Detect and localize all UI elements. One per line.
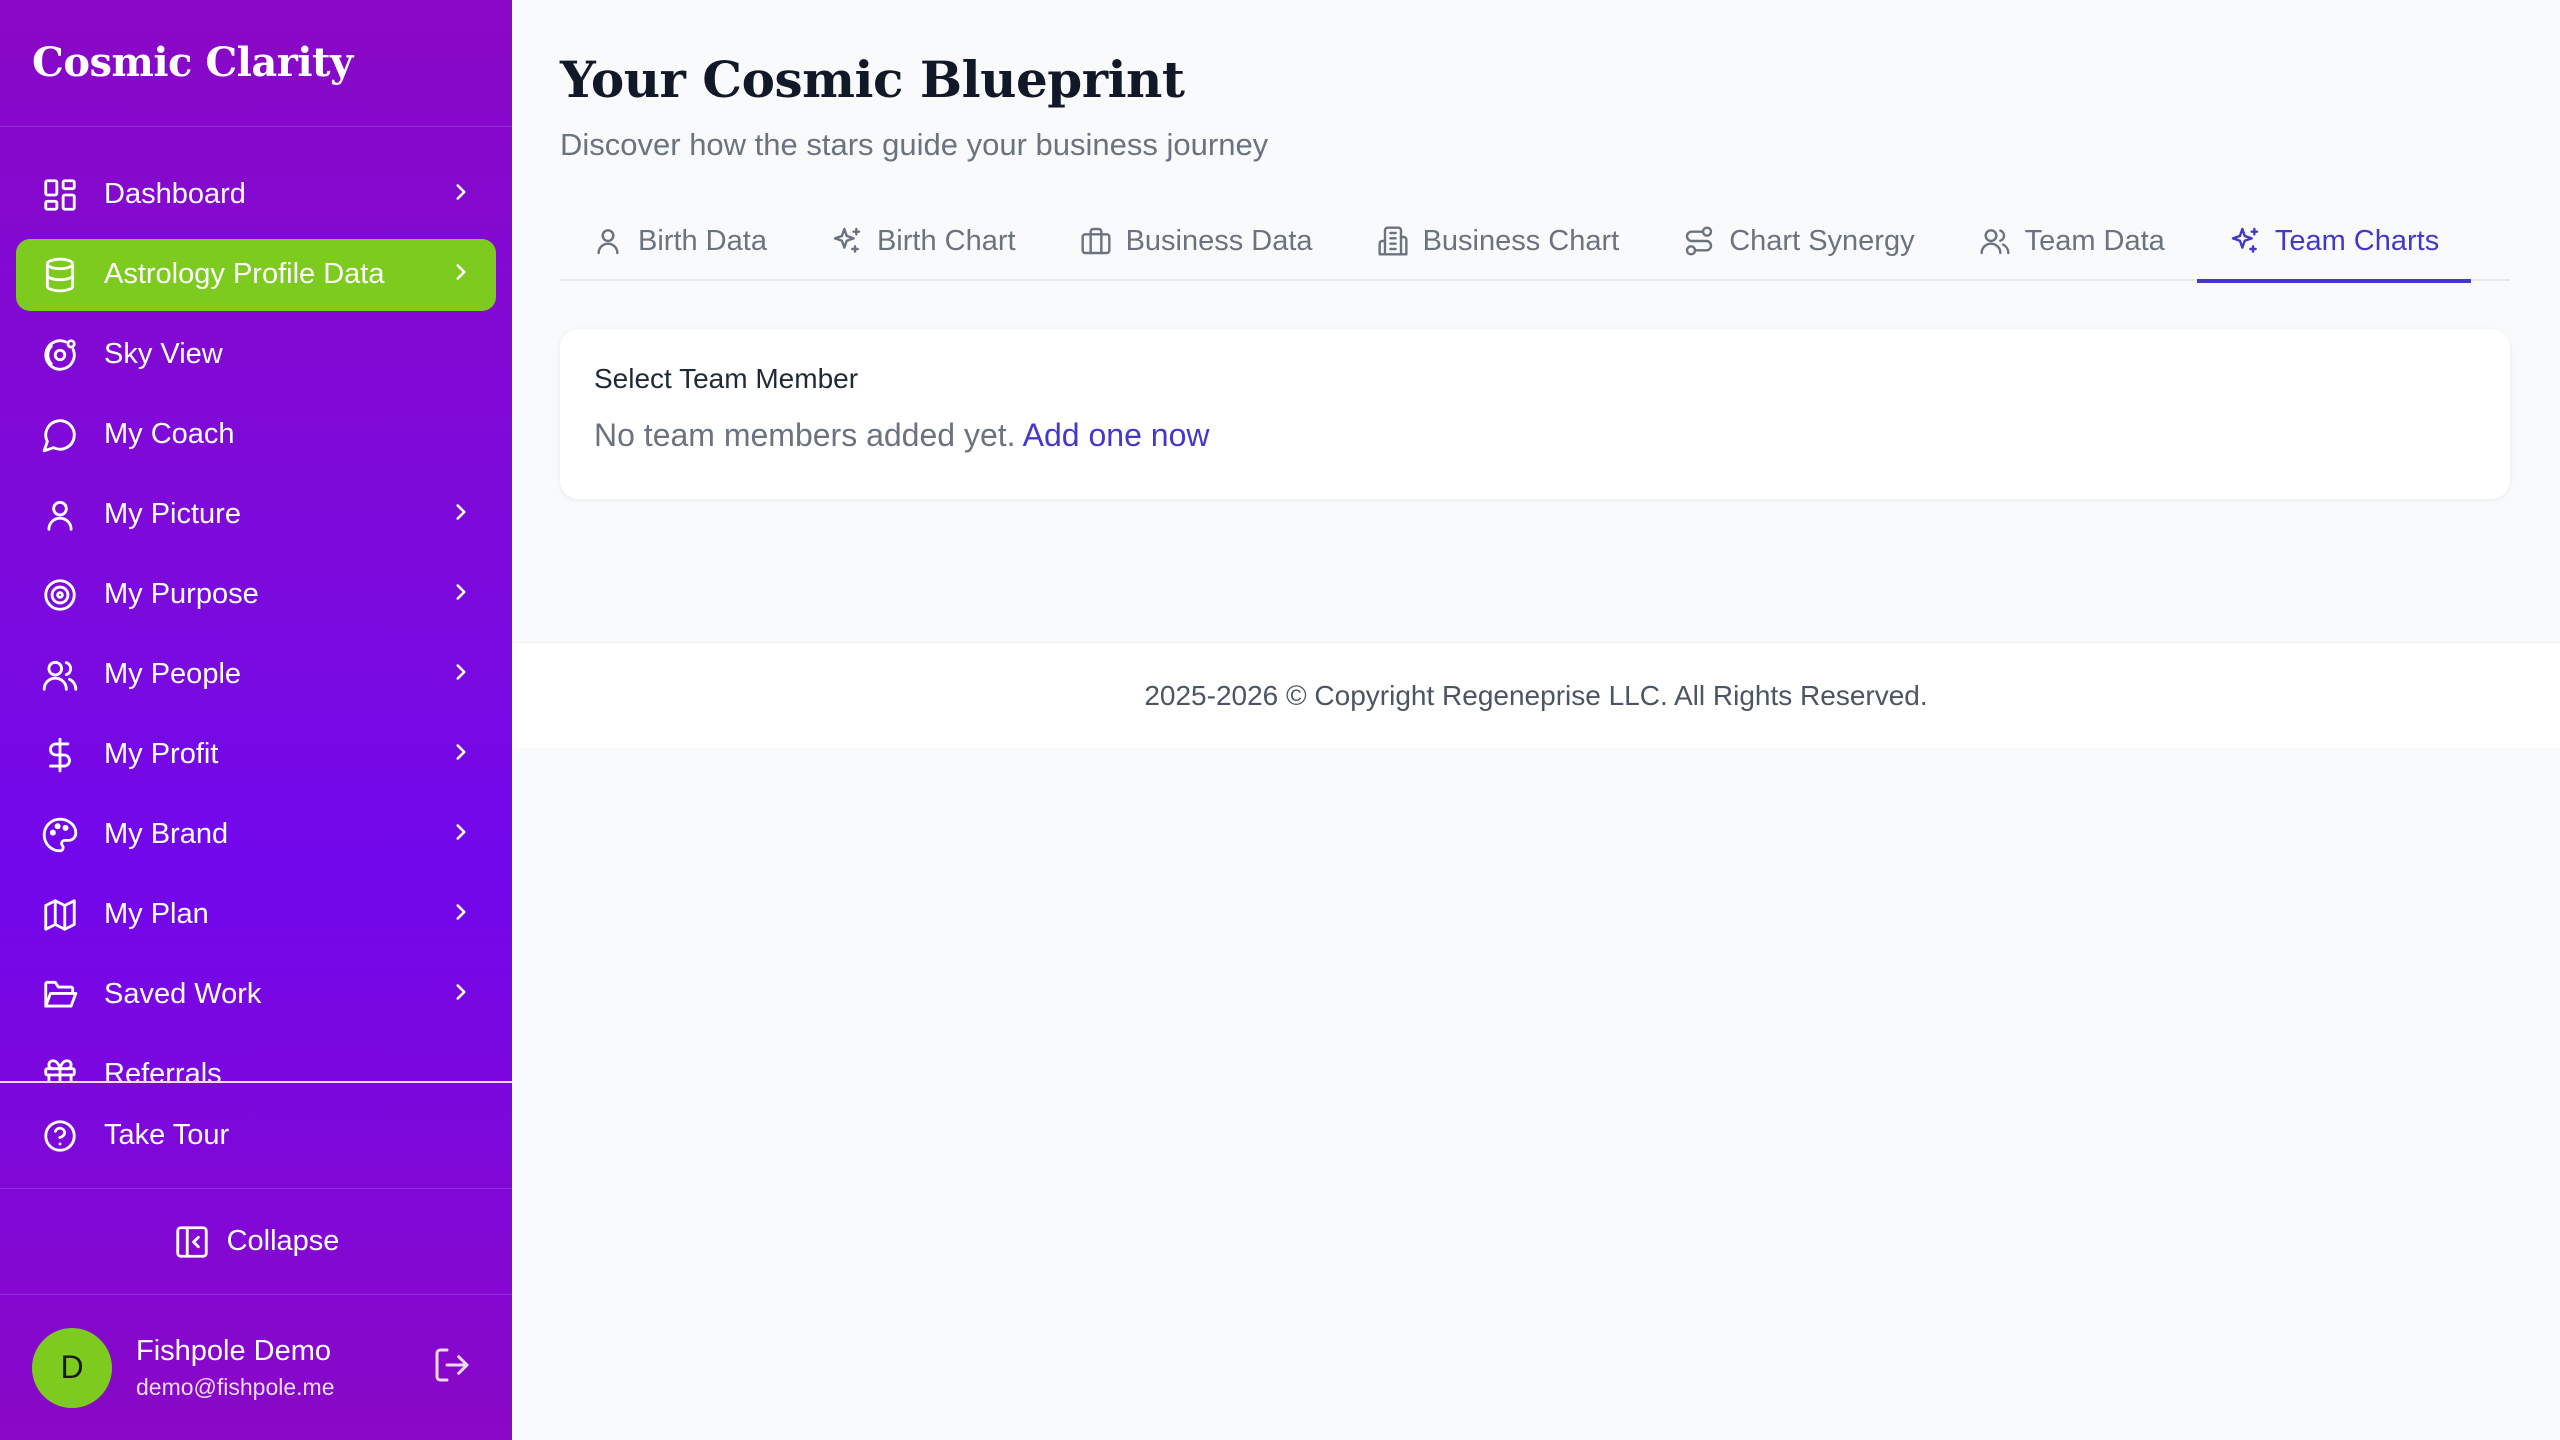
- building-icon: [1378, 226, 1408, 256]
- chevron-right-icon: [448, 259, 474, 290]
- tab-label: Business Chart: [1422, 224, 1620, 257]
- sidebar-item-my-plan[interactable]: My Plan: [16, 879, 496, 951]
- empty-state-text: No team members added yet.: [594, 417, 1016, 453]
- footer: 2025-2026 © Copyright Regeneprise LLC. A…: [512, 642, 2560, 748]
- brand: Cosmic Clarity: [0, 0, 512, 127]
- sidebar-item-label: Referrals: [104, 1058, 222, 1081]
- tab-business-data[interactable]: Business Data: [1048, 201, 1345, 281]
- chevron-right-icon: [448, 579, 474, 610]
- sidebar-item-label: My Brand: [104, 818, 229, 851]
- sidebar-collapse-icon: [175, 1225, 208, 1258]
- sidebar-item-astrology-profile-data[interactable]: Astrology Profile Data: [16, 238, 496, 311]
- target-icon: [40, 575, 80, 615]
- sidebar-item-label: My Purpose: [104, 578, 259, 611]
- tab-business-chart[interactable]: Business Chart: [1345, 201, 1652, 281]
- dashboard-icon: [40, 175, 80, 215]
- sidebar-item-my-coach[interactable]: My Coach: [16, 399, 496, 471]
- sidebar-item-saved-work[interactable]: Saved Work: [16, 959, 496, 1031]
- sidebar-item-my-brand[interactable]: My Brand: [16, 799, 496, 871]
- team-member-card: Select Team Member No team members added…: [560, 329, 2510, 499]
- tab-label: Birth Data: [638, 224, 767, 257]
- sidebar-item-label: My Plan: [104, 898, 209, 931]
- help-circle-icon: [40, 1116, 80, 1156]
- chevron-right-icon: [448, 819, 474, 850]
- sparkles-icon: [833, 227, 861, 253]
- chevron-right-icon: [448, 179, 474, 210]
- tab-team-charts[interactable]: Team Charts: [2196, 201, 2472, 283]
- collapse-button[interactable]: Collapse: [0, 1189, 512, 1295]
- collapse-label: Collapse: [226, 1225, 340, 1257]
- folder-icon: [40, 975, 80, 1015]
- person-icon: [597, 229, 619, 255]
- sidebar-item-label: My Picture: [104, 498, 241, 531]
- empty-state: No team members added yet. Add one now: [594, 417, 2476, 454]
- chevron-right-icon: [448, 899, 474, 930]
- palette-icon: [40, 815, 80, 855]
- map-icon: [40, 895, 80, 935]
- sidebar-item-label: Saved Work: [104, 978, 262, 1011]
- tab-label: Team Charts: [2274, 224, 2440, 257]
- sidebar-item-my-picture[interactable]: My Picture: [16, 479, 496, 551]
- sparkles-icon: [2231, 227, 2259, 253]
- chevron-right-icon: [448, 659, 474, 690]
- sidebar-item-label: My Profit: [104, 738, 219, 771]
- gift-icon: [40, 1055, 80, 1081]
- take-tour-label: Take Tour: [104, 1119, 230, 1151]
- sidebar-item-label: My People: [104, 658, 242, 691]
- briefcase-icon: [1081, 227, 1111, 255]
- tab-label: Chart Synergy: [1729, 224, 1915, 257]
- copyright-text: 2025-2026 © Copyright Regeneprise LLC. A…: [1144, 679, 1928, 711]
- tab-bar: Birth Data Birth Chart Business Data Bus…: [560, 201, 2510, 283]
- main-content: Your Cosmic Blueprint Discover how the s…: [512, 0, 2560, 1440]
- page-title: Your Cosmic Blueprint: [560, 50, 1185, 109]
- select-team-member-label: Select Team Member: [594, 363, 859, 394]
- sidebar-item-my-profit[interactable]: My Profit: [16, 719, 496, 791]
- chat-icon: [40, 415, 80, 455]
- tab-birth-chart[interactable]: Birth Chart: [799, 201, 1048, 281]
- user-info: Fishpole Demo demo@fishpole.me: [136, 1335, 432, 1401]
- brand-title: Cosmic Clarity: [32, 39, 353, 87]
- add-team-member-link[interactable]: Add one now: [1023, 417, 1210, 453]
- sidebar-nav: Dashboard Astrology Profile Data Sky Vie…: [0, 127, 512, 1081]
- tab-label: Business Data: [1125, 224, 1313, 257]
- user-email: demo@fishpole.me: [136, 1373, 335, 1400]
- sidebar-item-my-people[interactable]: My People: [16, 639, 496, 711]
- sidebar-item-referrals[interactable]: Referrals: [16, 1039, 496, 1081]
- tab-chart-synergy[interactable]: Chart Synergy: [1651, 201, 1946, 281]
- tab-label: Team Data: [2024, 224, 2165, 257]
- sidebar-item-label: My Coach: [104, 418, 235, 451]
- tab-team-data[interactable]: Team Data: [1947, 201, 2197, 281]
- chevron-right-icon: [448, 739, 474, 770]
- tab-birth-data[interactable]: Birth Data: [560, 201, 799, 281]
- dollar-icon: [40, 735, 80, 775]
- route-icon: [1686, 226, 1713, 256]
- database-icon: [40, 255, 80, 295]
- user-icon: [40, 495, 80, 535]
- logout-icon[interactable]: [432, 1345, 472, 1390]
- orbit-icon: [40, 335, 80, 375]
- tab-label: Birth Chart: [876, 224, 1016, 257]
- app-root: Cosmic Clarity Dashboard Astrology Profi…: [0, 0, 2560, 1440]
- page-subtitle: Discover how the stars guide your busine…: [560, 127, 1269, 162]
- team-icon: [1980, 229, 2010, 255]
- sidebar: Cosmic Clarity Dashboard Astrology Profi…: [0, 0, 512, 1440]
- sidebar-item-dashboard[interactable]: Dashboard: [16, 159, 496, 231]
- users-icon: [40, 655, 80, 695]
- sidebar-item-label: Dashboard: [104, 178, 246, 211]
- chevron-right-icon: [448, 499, 474, 530]
- sidebar-item-label: Sky View: [104, 338, 223, 371]
- sidebar-bottom: Take Tour Collapse D Fishpole Demo demo@…: [0, 1081, 512, 1440]
- sidebar-item-sky-view[interactable]: Sky View: [16, 319, 496, 391]
- chevron-right-icon: [448, 979, 474, 1010]
- avatar[interactable]: D: [32, 1327, 112, 1408]
- take-tour-button[interactable]: Take Tour: [0, 1083, 512, 1189]
- user-name: Fishpole Demo: [136, 1334, 332, 1367]
- sidebar-item-my-purpose[interactable]: My Purpose: [16, 559, 496, 631]
- content-area: Your Cosmic Blueprint Discover how the s…: [512, 0, 2560, 499]
- sidebar-item-label: Astrology Profile Data: [104, 258, 385, 291]
- user-profile: D Fishpole Demo demo@fishpole.me: [0, 1295, 512, 1440]
